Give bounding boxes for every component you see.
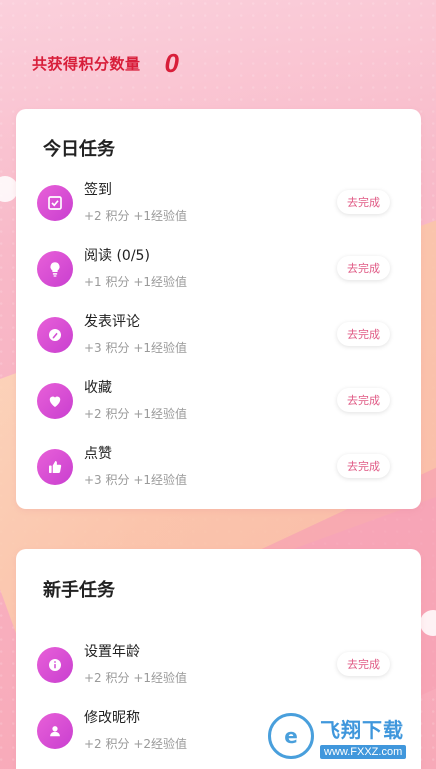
task-reward: +2 积分 +1经验值 — [84, 407, 188, 421]
lightbulb-icon — [37, 251, 73, 287]
task-item-checkin: 签到 +2 积分 +1经验值 去完成 — [16, 179, 421, 229]
user-icon — [37, 713, 73, 749]
complete-task-button[interactable]: 去完成 — [337, 322, 390, 346]
complete-task-button[interactable]: 去完成 — [337, 190, 390, 214]
points-value: 0 — [164, 48, 179, 78]
card-title: 今日任务 — [43, 139, 115, 160]
calendar-check-icon — [37, 185, 73, 221]
complete-task-button[interactable]: 去完成 — [337, 388, 390, 412]
task-name: 点赞 — [84, 446, 112, 462]
task-reward: +2 积分 +1经验值 — [84, 209, 188, 223]
watermark-logo-icon: e — [268, 713, 314, 759]
daily-tasks-card: 今日任务 签到 +2 积分 +1经验值 去完成 阅读 (0/5) +1 积分 +… — [16, 109, 421, 509]
task-name: 阅读 (0/5) — [84, 248, 150, 264]
task-name: 修改昵称 — [84, 710, 140, 726]
watermark-brand: 飞翔下载 — [320, 717, 404, 742]
complete-task-button[interactable]: 去完成 — [337, 454, 390, 478]
points-summary: 共获得积分数量 0 — [32, 48, 179, 79]
task-item-comment: 发表评论 +3 积分 +1经验值 去完成 — [16, 311, 421, 361]
heart-icon — [37, 383, 73, 419]
info-icon — [37, 647, 73, 683]
card-title: 新手任务 — [43, 580, 115, 601]
task-reward: +2 积分 +2经验值 — [84, 737, 188, 751]
points-label: 共获得积分数量 — [32, 55, 141, 73]
task-reward: +3 积分 +1经验值 — [84, 473, 188, 487]
task-name: 签到 — [84, 182, 112, 198]
thumbs-up-icon — [37, 449, 73, 485]
task-name: 收藏 — [84, 380, 112, 396]
site-watermark: e 飞翔下载 www.FXXZ.com — [268, 707, 432, 765]
complete-task-button[interactable]: 去完成 — [337, 256, 390, 280]
task-item-set-age: 设置年龄 +2 积分 +1经验值 去完成 — [16, 641, 421, 691]
task-name: 设置年龄 — [84, 644, 140, 660]
complete-task-button[interactable]: 去完成 — [337, 652, 390, 676]
task-item-like: 点赞 +3 积分 +1经验值 去完成 — [16, 443, 421, 493]
watermark-url: www.FXXZ.com — [320, 744, 407, 759]
watermark-text: 飞翔下载 www.FXXZ.com — [320, 714, 407, 759]
task-reward: +3 积分 +1经验值 — [84, 341, 188, 355]
task-item-favorite: 收藏 +2 积分 +1经验值 去完成 — [16, 377, 421, 427]
task-name: 发表评论 — [84, 314, 140, 330]
comment-edit-icon — [37, 317, 73, 353]
task-reward: +1 积分 +1经验值 — [84, 275, 188, 289]
task-reward: +2 积分 +1经验值 — [84, 671, 188, 685]
task-item-read: 阅读 (0/5) +1 积分 +1经验值 去完成 — [16, 245, 421, 295]
